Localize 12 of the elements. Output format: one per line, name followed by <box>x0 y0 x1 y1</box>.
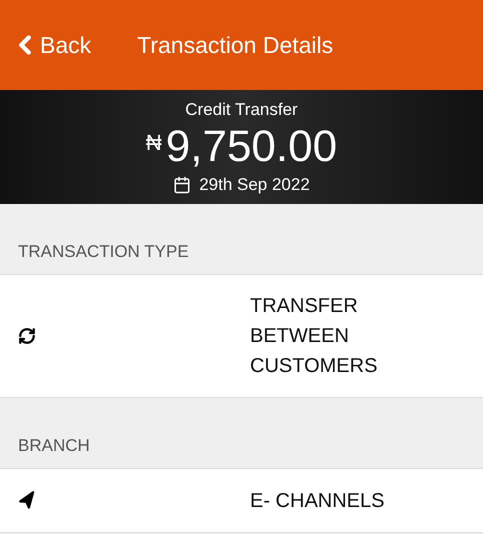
transaction-type: Credit Transfer <box>185 98 298 120</box>
amount: 9,750.00 <box>166 122 338 172</box>
calendar-icon <box>173 176 192 194</box>
detail-value: E- CHANNELS <box>250 488 386 514</box>
page-title: Transaction Details <box>137 30 334 60</box>
section-heading: BRANCH <box>18 434 90 456</box>
back-button[interactable]: Back <box>10 28 92 62</box>
section-heading: TRANSACTION TYPE <box>18 240 189 262</box>
transaction-date: 29th Sep 2022 <box>199 174 310 196</box>
detail-value: TRANSFER BETWEEN CUSTOMERS <box>250 294 378 379</box>
currency-symbol: ₦ <box>146 129 162 157</box>
refresh-icon <box>18 327 36 345</box>
